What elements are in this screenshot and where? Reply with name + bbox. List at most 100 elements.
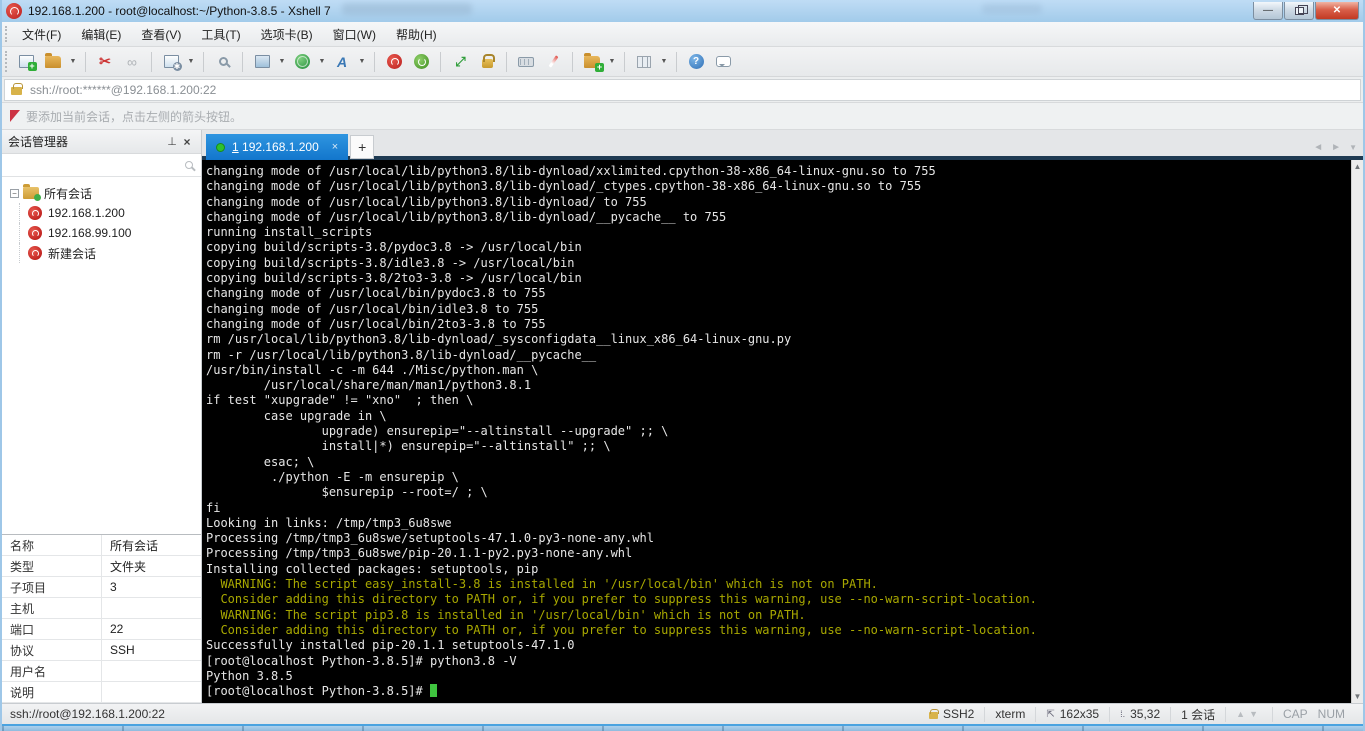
- terminal-line: case upgrade in \: [206, 408, 387, 423]
- session-icon: [28, 206, 42, 220]
- property-label: 名称: [2, 535, 102, 555]
- find-button[interactable]: [211, 50, 235, 74]
- session-properties-button[interactable]: ✱: [159, 50, 183, 74]
- feedback-button[interactable]: [711, 50, 735, 74]
- new-file-icon: +: [584, 52, 604, 72]
- menu-item[interactable]: 帮助(H): [386, 23, 447, 46]
- session-item[interactable]: 新建会话: [6, 243, 197, 263]
- web-button[interactable]: [290, 50, 314, 74]
- open-session-button[interactable]: [41, 50, 65, 74]
- caret-position-icon: ⁞.: [1120, 709, 1126, 719]
- session-item[interactable]: 192.168.99.100: [6, 223, 197, 243]
- terminal-output[interactable]: changing mode of /usr/local/lib/python3.…: [202, 160, 1351, 703]
- terminal-line: changing mode of /usr/local/lib/python3.…: [206, 194, 647, 209]
- terminal-line: rm -r /usr/local/lib/python3.8/lib-dynlo…: [206, 347, 597, 362]
- tile-button[interactable]: [632, 50, 656, 74]
- pin-icon[interactable]: ⊥: [165, 135, 179, 148]
- property-row: 说明: [2, 682, 201, 703]
- session-search-input[interactable]: [6, 156, 185, 174]
- help-button[interactable]: ?: [684, 50, 708, 74]
- new-file-button[interactable]: +: [580, 50, 604, 74]
- tab-192-168-1-200[interactable]: 1 192.168.1.200 ×: [206, 134, 349, 160]
- session-item[interactable]: 192.168.1.200: [6, 203, 197, 223]
- web-dropdown[interactable]: ▼: [317, 50, 327, 74]
- menu-item[interactable]: 查看(V): [131, 23, 191, 46]
- web-icon: [294, 54, 310, 69]
- xshell-button[interactable]: [382, 50, 406, 74]
- xshell-icon: [386, 54, 402, 69]
- panel-close-icon[interactable]: ×: [179, 135, 195, 149]
- tab-list-dropdown-icon[interactable]: ▼: [1349, 143, 1357, 152]
- terminal-line: install|*) ensurepip="--altinstall" ;; \: [206, 439, 611, 454]
- layout-dropdown[interactable]: ▼: [277, 50, 287, 74]
- property-value: 所有会话: [110, 538, 159, 553]
- terminal-line: fi: [206, 500, 221, 515]
- sessions-folder-icon: [23, 184, 41, 201]
- property-row: 主机: [2, 598, 201, 619]
- new-file-dropdown[interactable]: ▼: [607, 50, 617, 74]
- property-label: 用户名: [2, 661, 102, 681]
- virtual-keyboard-button[interactable]: [514, 50, 538, 74]
- layout-button[interactable]: [250, 50, 274, 74]
- session-properties-dropdown[interactable]: ▼: [186, 50, 196, 74]
- close-button[interactable]: ✕: [1315, 2, 1359, 20]
- new-tab-button[interactable]: +: [350, 135, 375, 159]
- terminal-line: rm /usr/local/lib/python3.8/lib-dynload/…: [206, 332, 792, 347]
- terminal-line: $ensurepip --root=/ ; \: [206, 485, 488, 500]
- menu-item[interactable]: 窗口(W): [323, 23, 386, 46]
- property-value: SSH: [110, 643, 135, 657]
- open-session-dropdown[interactable]: ▼: [68, 50, 78, 74]
- highlight-button[interactable]: [541, 50, 565, 74]
- tree-root-all-sessions[interactable]: − 所有会话: [6, 183, 197, 203]
- terminal-line: esac; \: [206, 454, 315, 469]
- search-icon[interactable]: [185, 161, 193, 169]
- terminal-line: WARNING: The script pip3.8 is installed …: [206, 607, 806, 622]
- scroll-up-down-icons[interactable]: ▲▼: [1236, 709, 1262, 719]
- terminal-line: changing mode of /usr/local/bin/pydoc3.8…: [206, 286, 546, 301]
- menu-item[interactable]: 选项卡(B): [251, 23, 323, 46]
- scroll-up-icon[interactable]: ▲: [1354, 162, 1362, 171]
- property-row: 用户名: [2, 661, 201, 682]
- title-bar[interactable]: 192.168.1.200 - root@localhost:~/Python-…: [2, 0, 1363, 22]
- session-label: 192.168.1.200: [48, 206, 125, 220]
- new-session-button[interactable]: +: [14, 50, 38, 74]
- lock-screen-button[interactable]: [475, 50, 499, 74]
- tab-close-icon[interactable]: ×: [332, 141, 338, 153]
- status-cursor-position: ⁞. 35,32: [1109, 706, 1170, 722]
- reconnect-button[interactable]: ∞: [120, 50, 144, 74]
- status-scroll-buttons[interactable]: ▲▼: [1225, 706, 1272, 722]
- menu-item[interactable]: 编辑(E): [71, 23, 131, 46]
- property-value: 3: [110, 580, 117, 594]
- xftp-icon: [413, 54, 429, 69]
- session-manager-panel: 会话管理器 ⊥ × − 所有会话 192.168.1.200 192.168.99…: [2, 130, 202, 703]
- xftp-button[interactable]: [409, 50, 433, 74]
- tab-scroll-left-icon[interactable]: ◄: [1313, 142, 1323, 153]
- find-icon: [218, 57, 228, 66]
- session-label: 新建会话: [48, 246, 97, 261]
- menu-item[interactable]: 工具(T): [191, 23, 250, 46]
- hint-flag-icon: [10, 110, 20, 122]
- font-button[interactable]: A: [330, 50, 354, 74]
- fullscreen-button[interactable]: ⤢: [448, 50, 472, 74]
- reconnect-icon: ∞: [127, 53, 137, 70]
- menu-item[interactable]: 文件(F): [12, 23, 71, 46]
- terminal-line: [root@localhost Python-3.8.5]# python3.8…: [206, 653, 517, 668]
- collapse-icon[interactable]: −: [10, 188, 19, 198]
- terminal-line: Processing /tmp/tmp3_6u8swe/setuptools-4…: [206, 531, 654, 546]
- tab-scroll-right-icon[interactable]: ►: [1331, 142, 1341, 153]
- address-bar: ssh://root:******@192.168.1.200:22: [2, 77, 1363, 103]
- address-field[interactable]: ssh://root:******@192.168.1.200:22: [4, 78, 1361, 101]
- scroll-down-icon[interactable]: ▼: [1354, 692, 1362, 701]
- disconnect-button[interactable]: ✂: [93, 50, 117, 74]
- tile-dropdown[interactable]: ▼: [659, 50, 669, 74]
- feedback-icon: [715, 56, 731, 67]
- minimize-button[interactable]: —: [1253, 2, 1283, 20]
- status-protocol: SSH2: [919, 707, 984, 722]
- property-label: 端口: [2, 619, 102, 639]
- status-terminal-type[interactable]: xterm: [984, 706, 1035, 722]
- restore-button[interactable]: [1284, 2, 1314, 20]
- menu-bar: 文件(F) 编辑(E) 查看(V) 工具(T) 选项卡(B) 窗口(W) 帮助(H): [2, 22, 1363, 47]
- terminal-line: copying build/scripts-3.8/pydoc3.8 -> /u…: [206, 240, 582, 255]
- terminal-scrollbar[interactable]: ▲ ▼: [1351, 160, 1363, 703]
- font-dropdown[interactable]: ▼: [357, 50, 367, 74]
